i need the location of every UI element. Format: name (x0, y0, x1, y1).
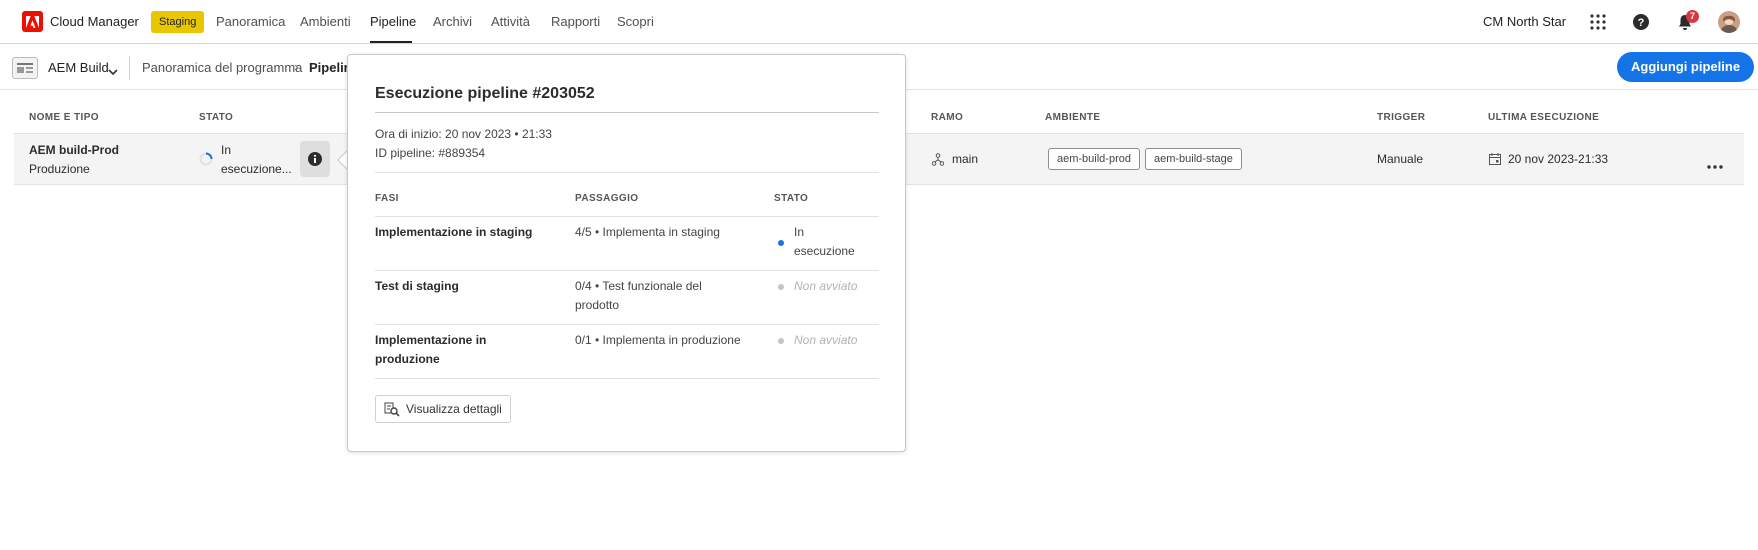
step-status-line2: esecuzione (794, 244, 855, 258)
environment-tag: aem-build-stage (1145, 148, 1242, 170)
info-button[interactable] (300, 141, 330, 177)
help-icon[interactable]: ? (1633, 14, 1649, 33)
adobe-logo-icon[interactable] (22, 11, 43, 32)
status-dot-running (778, 240, 784, 246)
active-nav-indicator (370, 41, 412, 43)
notification-count-badge: 7 (1686, 10, 1699, 23)
calendar-icon (1489, 153, 1501, 168)
popover-title: Esecuzione pipeline #203052 (375, 85, 595, 102)
nav-item-activity[interactable]: Attività (491, 14, 530, 29)
step-progress: 0/1 • Implementa in produzione (575, 333, 741, 347)
divider (375, 324, 879, 325)
status-text-line1: In (221, 143, 232, 157)
column-header-trigger[interactable]: TRIGGER (1377, 112, 1425, 123)
column-header-branch[interactable]: RAMO (931, 112, 963, 123)
step-progress: 0/4 • Test funzionale del (575, 279, 702, 293)
divider (375, 112, 879, 113)
divider (129, 56, 130, 80)
status-text-line2: esecuzione... (221, 162, 292, 176)
pipeline-type: Produzione (29, 162, 90, 176)
phase-name: Implementazione in staging (375, 225, 533, 239)
org-switcher[interactable]: CM North Star (1483, 14, 1566, 29)
breadcrumb-program-overview[interactable]: Panoramica del programma (142, 60, 302, 75)
apps-grid-icon[interactable] (1590, 14, 1606, 33)
status-dot-idle (778, 284, 784, 290)
branch-name: main (952, 152, 979, 166)
progress-spinner-icon (199, 152, 213, 169)
divider (375, 216, 879, 217)
phase-name: Test di staging (375, 279, 459, 293)
phase-name: Implementazione in (375, 333, 487, 347)
pipeline-id: ID pipeline: #889354 (375, 146, 486, 160)
more-actions-icon[interactable] (1707, 157, 1723, 172)
view-details-label: Visualizza dettagli (406, 402, 502, 416)
breadcrumb-current: Pipeline (309, 60, 349, 75)
pipeline-execution-popover: Esecuzione pipeline #203052 Ora di inizi… (347, 54, 906, 452)
step-status: In (794, 225, 805, 239)
branch-icon (931, 153, 945, 169)
trigger-value: Manuale (1377, 152, 1424, 166)
nav-item-pipeline[interactable]: Pipeline (370, 14, 416, 29)
program-icon (12, 57, 38, 79)
nav-item-repositories[interactable]: Archivi (433, 14, 472, 29)
add-pipeline-button[interactable]: Aggiungi pipeline (1617, 52, 1755, 82)
nav-item-reports[interactable]: Rapporti (551, 14, 600, 29)
step-status: Non avviato (794, 333, 858, 347)
nav-item-environments[interactable]: Ambienti (300, 14, 351, 29)
program-selector[interactable]: AEM Build (48, 60, 109, 75)
step-status: Non avviato (794, 279, 858, 293)
column-header-status: STATO (774, 193, 809, 204)
start-time: Ora di inizio: 20 nov 2023 • 21:33 (375, 127, 552, 141)
column-header-status[interactable]: STATO (199, 112, 233, 123)
top-nav-bar: Cloud Manager Staging Panoramica Ambient… (0, 0, 1758, 44)
environment-badge: Staging (151, 11, 205, 33)
column-header-last-run[interactable]: ULTIMA ESECUZIONE (1488, 112, 1599, 123)
column-header-step: PASSAGGIO (575, 193, 639, 204)
nav-item-discover[interactable]: Scopri (617, 14, 654, 29)
view-details-button[interactable]: Visualizza dettagli (375, 395, 511, 423)
chevron-right-icon: › (294, 59, 299, 74)
nav-item-overview[interactable]: Panoramica (216, 14, 285, 29)
svg-text:?: ? (1638, 17, 1645, 29)
column-header-phases: FASI (375, 193, 399, 204)
divider (375, 172, 879, 173)
chevron-down-icon[interactable] (108, 64, 118, 79)
environment-tag: aem-build-prod (1048, 148, 1140, 170)
phase-name-line2: produzione (375, 352, 440, 366)
user-avatar[interactable] (1718, 11, 1740, 33)
pipeline-name[interactable]: AEM build-Prod (29, 143, 119, 157)
status-dot-idle (778, 338, 784, 344)
column-header-name[interactable]: NOME E TIPO (29, 112, 99, 123)
app-name[interactable]: Cloud Manager (50, 14, 139, 29)
divider (375, 270, 879, 271)
last-run-value: 20 nov 2023-21:33 (1508, 152, 1609, 166)
step-progress: 4/5 • Implementa in staging (575, 225, 720, 239)
step-progress-line2: prodotto (575, 298, 620, 312)
column-header-environment[interactable]: AMBIENTE (1045, 112, 1100, 123)
divider (375, 378, 879, 379)
